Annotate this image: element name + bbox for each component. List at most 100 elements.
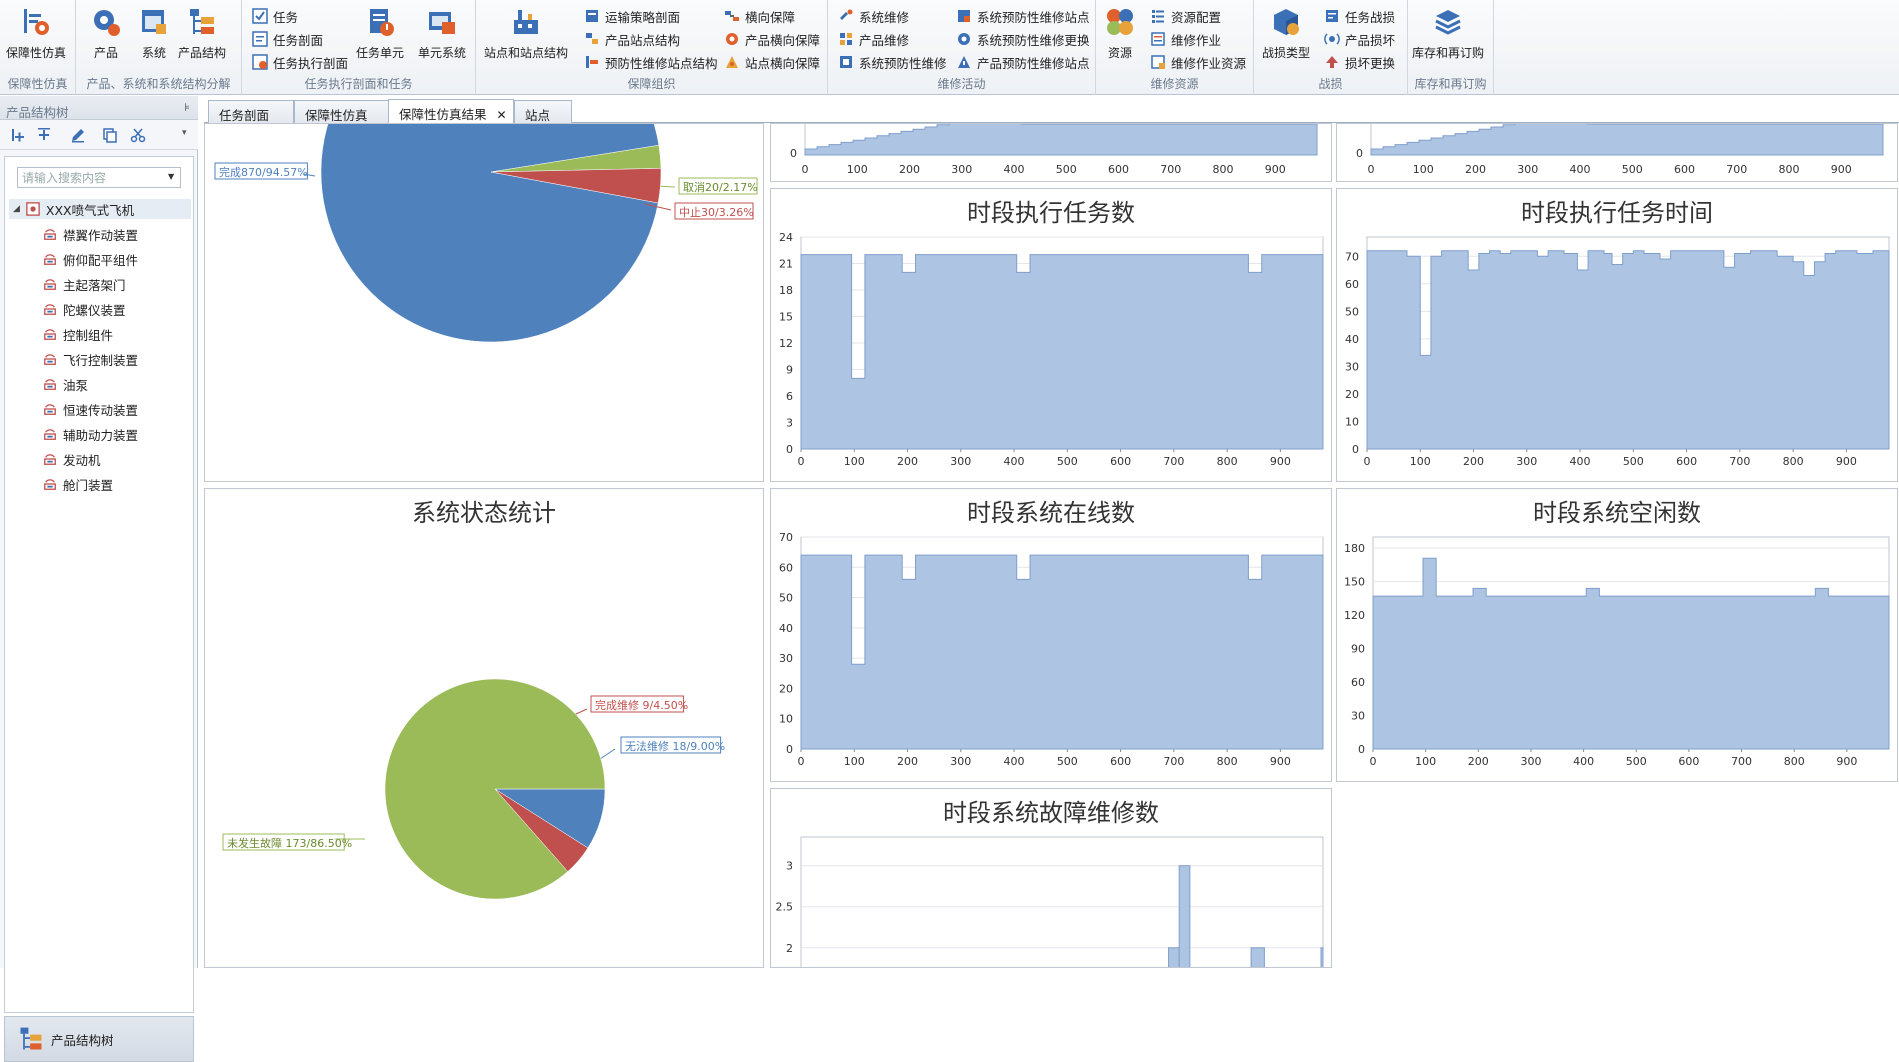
tree-item-label: 发动机 <box>63 452 101 468</box>
component-node-icon <box>44 479 56 490</box>
task-execution-profile-button[interactable]: 任务执行剖面 <box>252 51 348 73</box>
transport-strategy-button[interactable]: 运输策略剖面 <box>584 5 680 27</box>
product-structure-button[interactable]: 产品结构 <box>178 6 226 61</box>
cut-icon[interactable] <box>130 127 146 143</box>
add-node-icon[interactable] <box>10 127 26 143</box>
product-site-structure-button[interactable]: 产品站点结构 <box>584 28 680 50</box>
product-damage-button[interactable]: 产品损坏 <box>1324 28 1395 50</box>
maintenance-job-resource-label: 维修作业资源 <box>1171 55 1247 71</box>
resource-config-button[interactable]: 资源配置 <box>1150 5 1221 27</box>
partial-area-chart-right: 00 100 200 300 400 500 600 700 800 900 <box>1356 124 1884 176</box>
x-tick-label: 500 <box>1622 163 1643 176</box>
tree-item[interactable]: 恒速传动装置 <box>43 399 138 419</box>
x-tick-label: 700 <box>1163 755 1184 768</box>
left-panel: 产品结构树 ⊧ ▾ ▼ ◢ XXX喷气式飞机 襟翼作动装置俯仰配平组件主起落架门… <box>0 96 198 1062</box>
product-preventive-site-button[interactable]: 产品预防性维修站点 <box>956 51 1090 73</box>
edit-icon[interactable] <box>70 127 86 143</box>
simulation-button-label: 保障性仿真 <box>6 46 67 60</box>
horizontal-support-button[interactable]: 横向保障 <box>724 5 795 27</box>
add-child-icon[interactable] <box>36 127 52 143</box>
product-gear-icon <box>94 10 120 36</box>
tab-simulation[interactable]: 保障性仿真 <box>294 100 390 123</box>
structure-tree-icon <box>20 1027 42 1050</box>
tree-item-label: 舱门装置 <box>63 477 114 493</box>
maintenance-job-button[interactable]: 维修作业 <box>1150 28 1221 50</box>
group-title-damage: 战损 <box>1318 77 1343 91</box>
tree-root-node[interactable]: ◢ XXX喷气式飞机 <box>9 199 191 219</box>
copy-icon[interactable] <box>102 127 118 143</box>
collapse-arrow-icon[interactable]: ◢ <box>13 204 20 214</box>
tree-item[interactable]: 飞行控制装置 <box>43 349 138 369</box>
task-time-chart: 0 100 200 300 400 500 600 700 800 900 0 10 20 30 40 50 6… <box>1345 236 1890 468</box>
task-unit-button[interactable]: 任务单元 <box>356 6 404 61</box>
tree-item[interactable]: 发动机 <box>43 449 101 469</box>
unit-system-button[interactable]: 单元系统 <box>418 6 466 61</box>
task-profile-button[interactable]: 任务剖面 <box>252 28 323 50</box>
y-tick-label: 40 <box>779 622 793 635</box>
site-horizontal-support-button[interactable]: 站点横向保障 <box>724 51 820 73</box>
tree-item[interactable]: 襟翼作动装置 <box>43 224 138 244</box>
group-title-maintenance: 维修活动 <box>937 77 986 91</box>
tree-item[interactable]: 油泵 <box>43 374 88 394</box>
component-node-icon <box>44 329 56 340</box>
system-button[interactable]: 系统 <box>138 6 170 61</box>
tab-close-icon[interactable]: ✕ <box>497 108 507 122</box>
tree-toolbar: ▾ <box>0 120 198 150</box>
group-title-simulation: 保障性仿真 <box>7 77 68 91</box>
system-preventive-site-icon <box>958 10 970 22</box>
product-maintenance-button[interactable]: 产品维修 <box>838 28 909 50</box>
product-horizontal-icon <box>726 33 738 45</box>
tab-task-profile[interactable]: 任务剖面 <box>208 100 294 123</box>
group-title-organization: 保障组织 <box>627 77 676 91</box>
group-title-resources: 维修资源 <box>1150 77 1199 91</box>
tab-simulation-results[interactable]: 保障性仿真结果 ✕ <box>388 99 514 123</box>
horizontal-support-icon <box>725 11 739 21</box>
x-tick-label: 300 <box>1517 163 1538 176</box>
x-tick-label: 400 <box>1004 455 1025 468</box>
system-preventive-maintenance-label: 系统预防性维修 <box>859 55 947 71</box>
tree-item[interactable]: 俯仰配平组件 <box>43 249 138 269</box>
search-input[interactable] <box>17 167 181 188</box>
x-tick-label: 600 <box>1674 163 1695 176</box>
system-button-label: 系统 <box>141 46 166 60</box>
tasks-executed-title: 时段执行任务数 <box>967 199 1135 227</box>
simulation-button[interactable]: 保障性仿真 <box>6 6 66 61</box>
system-preventive-site-button[interactable]: 系统预防性维修站点 <box>956 5 1090 27</box>
x-tick-label: 100 <box>1413 163 1434 176</box>
damage-type-button[interactable]: 战损类型 <box>1262 6 1310 61</box>
system-preventive-replace-button[interactable]: 系统预防性维修更换 <box>956 28 1090 50</box>
ribbon: 保障性仿真 保障性仿真 产品 系统 产品结构 产品、系统和系统结构分解 任务 任… <box>0 0 1899 95</box>
damage-replace-label: 损坏更换 <box>1345 55 1396 71</box>
x-tick-label: 0 <box>802 163 809 176</box>
pie-slice-label: 取消20/2.17% <box>683 180 758 194</box>
product-button[interactable]: 产品 <box>90 6 122 61</box>
tree-item[interactable]: 舱门装置 <box>43 474 113 494</box>
tree-footer-tab[interactable]: 产品结构树 <box>4 1016 194 1062</box>
tree-item[interactable]: 辅助动力装置 <box>43 424 138 444</box>
tree-item[interactable]: 控制组件 <box>43 324 113 344</box>
ribbon-group-task: 任务 任务剖面 任务执行剖面 任务单元 单元系统 任务执行剖面和任务 <box>242 0 476 95</box>
inventory-button[interactable]: 库存和再订购 <box>1412 6 1484 61</box>
tree-item[interactable]: 主起落架门 <box>43 274 126 294</box>
task-damage-button[interactable]: 任务战损 <box>1324 5 1395 27</box>
x-tick-label: 900 <box>1270 755 1291 768</box>
preventive-site-structure-button[interactable]: 预防性维修站点结构 <box>584 51 718 73</box>
pie-leader-line <box>599 748 616 760</box>
search-dropdown-icon[interactable]: ▼ <box>168 172 174 181</box>
site-structure-button[interactable]: 站点和站点结构 <box>484 6 568 61</box>
ribbon-group-maintenance: 系统维修 产品维修 系统预防性维修 系统预防性维修站点 系统预防性维修更换 产品… <box>828 0 1096 95</box>
tree-item[interactable]: 陀螺仪装置 <box>43 299 126 319</box>
product-horizontal-support-button[interactable]: 产品横向保障 <box>724 28 820 50</box>
aircraft-node-icon <box>26 202 40 216</box>
task-button[interactable]: 任务 <box>252 5 298 27</box>
resource-button[interactable]: 资源 <box>1104 6 1136 61</box>
pie-slice-label: 未发生故障 173/86.50% <box>227 836 352 850</box>
toolbar-overflow-icon[interactable]: ▾ <box>182 128 187 138</box>
system-preventive-maintenance-button[interactable]: 系统预防性维修 <box>838 51 947 73</box>
tab-sites[interactable]: 站点 <box>514 100 572 123</box>
system-maintenance-button[interactable]: 系统维修 <box>838 5 909 27</box>
pin-icon[interactable]: ⊧ <box>184 101 190 114</box>
damage-replace-button[interactable]: 损坏更换 <box>1324 51 1395 73</box>
task-time-panel: 时段执行任务时间 0 100 200 300 400 500 600 700 800 900 0 10… <box>1336 188 1898 482</box>
maintenance-job-resource-button[interactable]: 维修作业资源 <box>1150 51 1246 73</box>
